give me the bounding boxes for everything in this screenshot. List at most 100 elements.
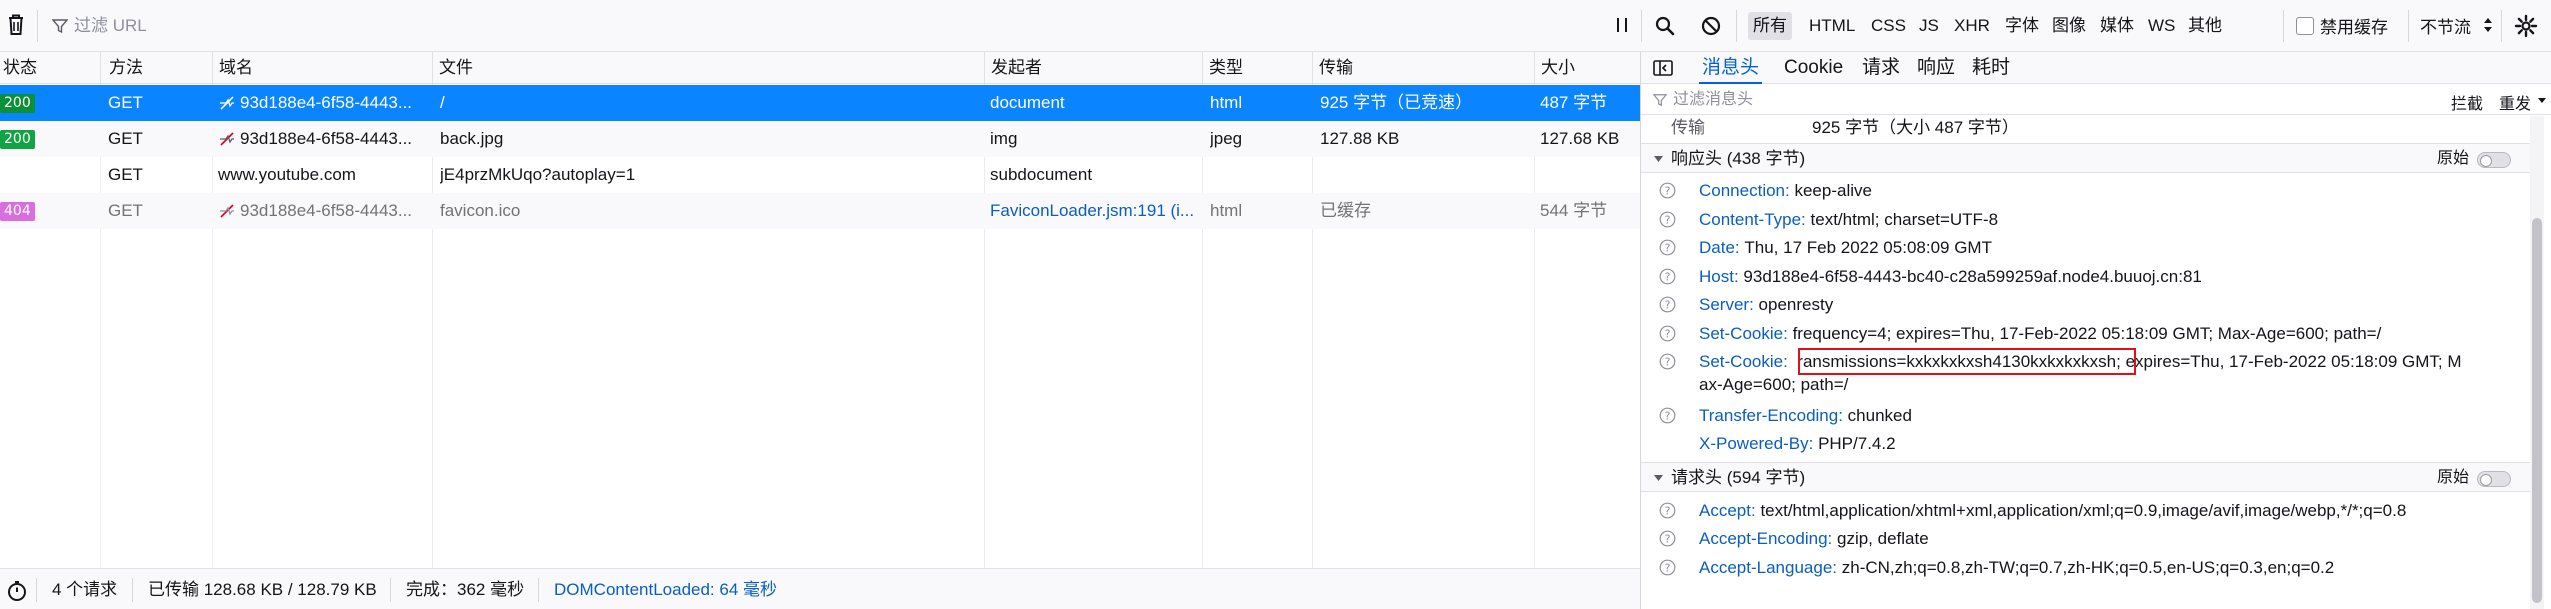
help-icon[interactable]: ? <box>1659 530 1676 547</box>
tab-timings[interactable]: 耗时 <box>1969 52 2013 84</box>
request-details-panel: 消息头 Cookie 请求 响应 耗时 拦截 重发 传输 925 字节（大小 4… <box>1641 52 2551 609</box>
column-type[interactable]: 类型 <box>1206 52 1243 84</box>
tab-cookies[interactable]: Cookie <box>1781 52 1846 84</box>
toolbar-divider <box>2408 10 2409 42</box>
collapse-triangle-icon[interactable] <box>1653 155 1664 163</box>
collapse-triangle-icon[interactable] <box>1653 474 1664 482</box>
status-badge: 200 <box>0 94 35 113</box>
column-method[interactable]: 方法 <box>106 52 143 84</box>
column-initiator[interactable]: 发起者 <box>988 52 1042 84</box>
request-initiator: document <box>990 93 1065 112</box>
tab-headers[interactable]: 消息头 <box>1699 52 1763 84</box>
column-status[interactable]: 状态 <box>0 52 37 84</box>
header-value-continued: ax-Age=600; path=/ <box>1699 375 1849 394</box>
request-initiator: subdocument <box>990 165 1093 184</box>
help-icon[interactable]: ? <box>1659 239 1676 256</box>
search-icon[interactable] <box>1654 15 1676 37</box>
select-arrows-icon <box>2483 16 2493 34</box>
request-size: 487 字节 <box>1540 93 1608 112</box>
column-transferred[interactable]: 传输 <box>1316 52 1353 84</box>
cookie-blocked-icon <box>218 203 236 219</box>
help-icon[interactable]: ? <box>1659 211 1676 228</box>
url-filter-input[interactable] <box>74 12 1574 40</box>
headers-filter-input[interactable] <box>1673 88 2273 112</box>
help-icon[interactable]: ? <box>1659 353 1676 370</box>
resend-button[interactable]: 重发 <box>2499 90 2531 114</box>
finish-time: 完成：362 毫秒 <box>406 580 525 599</box>
pause-icon[interactable] <box>1614 16 1630 34</box>
header-name: Accept-Encoding: <box>1699 529 1833 548</box>
request-file: / <box>440 93 445 112</box>
type-filter-css[interactable]: CSS <box>1866 12 1911 40</box>
help-icon[interactable]: ? <box>1659 268 1676 285</box>
stopwatch-icon[interactable] <box>6 580 28 602</box>
header-value: gzip, deflate <box>1836 529 1929 548</box>
help-icon[interactable]: ? <box>1659 407 1676 424</box>
request-headers-section[interactable]: 请求头 (594 字节) 原始 <box>1641 462 2534 492</box>
type-filter-js[interactable]: JS <box>1914 12 1944 40</box>
request-row[interactable]: GET www.youtube.com jE4przMkUqo?autoplay… <box>0 157 1640 193</box>
request-row[interactable]: 200 GET 93d188e4-6f58-4443... / document… <box>0 85 1640 121</box>
block-button[interactable]: 拦截 <box>2451 90 2483 114</box>
request-initiator-link[interactable]: FaviconLoader.jsm:191 (i... <box>990 193 1200 229</box>
type-filter-xhr[interactable]: XHR <box>1949 12 1995 40</box>
scrollbar-thumb[interactable] <box>2532 218 2542 603</box>
type-filter-images[interactable]: 图像 <box>2047 12 2091 40</box>
header-name: X-Powered-By: <box>1699 434 1814 453</box>
dropdown-arrow-icon[interactable] <box>2537 97 2547 105</box>
svg-text:?: ? <box>1665 242 1671 255</box>
type-filter-html[interactable]: HTML <box>1804 12 1860 40</box>
request-row[interactable]: 404 GET 93d188e4-6f58-4443... favicon.ic… <box>0 193 1640 229</box>
response-headers-title: 响应头 (438 字节) <box>1671 149 1806 168</box>
response-headers-section[interactable]: 响应头 (438 字节) 原始 <box>1641 143 2534 173</box>
tab-response[interactable]: 响应 <box>1914 52 1958 84</box>
svg-text:?: ? <box>1665 533 1671 546</box>
request-method: GET <box>108 165 143 184</box>
block-icon[interactable] <box>1700 15 1722 37</box>
disable-cache-label[interactable]: 禁用缓存 <box>2320 13 2388 38</box>
header-row: ? Content-Type: text/html; charset=UTF-8 <box>1641 208 2534 232</box>
raw-toggle[interactable] <box>2477 152 2511 168</box>
header-row: ? Accept-Language: zh-CN,zh;q=0.8,zh-TW;… <box>1641 556 2534 580</box>
header-name: Accept: <box>1699 501 1756 520</box>
trash-icon[interactable] <box>6 13 26 37</box>
tab-request[interactable]: 请求 <box>1859 52 1903 84</box>
gear-icon[interactable] <box>2514 14 2538 38</box>
column-file[interactable]: 文件 <box>436 52 473 84</box>
help-icon[interactable]: ? <box>1659 182 1676 199</box>
header-value: 93d188e4-6f58-4443-bc40-c28a599259af.nod… <box>1743 267 2202 286</box>
svg-text:?: ? <box>1665 299 1671 312</box>
svg-text:?: ? <box>1665 505 1671 518</box>
request-domain: www.youtube.com <box>218 165 356 184</box>
type-filter-other[interactable]: 其他 <box>2183 12 2227 40</box>
domcontentloaded-time: DOMContentLoaded: 64 毫秒 <box>554 580 778 599</box>
column-domain[interactable]: 域名 <box>216 52 253 84</box>
transfer-key: 传输 <box>1671 118 1705 137</box>
help-icon[interactable]: ? <box>1659 296 1676 313</box>
raw-toggle[interactable] <box>2477 471 2511 487</box>
header-row: X-Powered-By: PHP/7.4.2 <box>1641 432 2534 456</box>
header-value: PHP/7.4.2 <box>1818 434 1896 453</box>
header-row: ? Host: 93d188e4-6f58-4443-bc40-c28a5992… <box>1641 265 2534 289</box>
header-name: Transfer-Encoding: <box>1699 406 1843 425</box>
request-row[interactable]: 200 GET 93d188e4-6f58-4443... back.jpg i… <box>0 121 1640 157</box>
request-size: 544 字节 <box>1540 201 1608 220</box>
throttle-select[interactable]: 不节流 <box>2420 13 2471 38</box>
column-size[interactable]: 大小 <box>1538 52 1575 84</box>
help-icon[interactable]: ? <box>1659 502 1676 519</box>
type-filter-all[interactable]: 所有 <box>1748 12 1792 40</box>
type-filter-font[interactable]: 字体 <box>2000 12 2044 40</box>
svg-text:?: ? <box>1665 214 1671 227</box>
header-row: ? Date: Thu, 17 Feb 2022 05:08:09 GMT <box>1641 236 2534 260</box>
type-filter-media[interactable]: 媒体 <box>2095 12 2139 40</box>
type-filter-ws[interactable]: WS <box>2143 12 2180 40</box>
toolbar-divider <box>37 10 38 42</box>
disable-cache-checkbox[interactable] <box>2296 17 2314 35</box>
help-icon[interactable]: ? <box>1659 325 1676 342</box>
request-transferred: 127.88 KB <box>1320 129 1400 148</box>
help-icon[interactable]: ? <box>1659 559 1676 576</box>
header-name: Server: <box>1699 295 1754 314</box>
header-name: Set-Cookie: <box>1699 352 1788 371</box>
header-value: frequency=4; expires=Thu, 17-Feb-2022 05… <box>1792 324 2382 343</box>
toggle-sidebar-icon[interactable] <box>1653 60 1673 76</box>
